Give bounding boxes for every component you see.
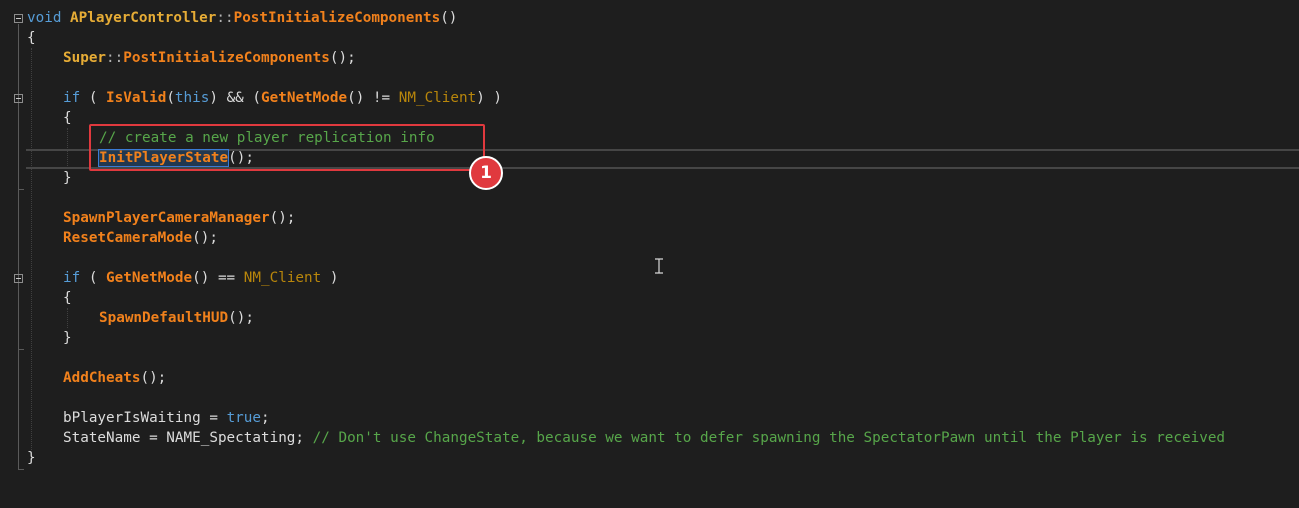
code-line-5[interactable]: if ( IsValid(this) && (GetNetMode() != N… xyxy=(0,88,502,108)
function-call: SpawnPlayerCameraManager xyxy=(63,210,270,226)
parens: () xyxy=(440,10,458,26)
keyword-true: true xyxy=(226,410,261,426)
code-line-22[interactable]: StateName = NAME_Spectating; // Don't us… xyxy=(0,428,1225,448)
code-line-14[interactable]: if ( GetNetMode() == NM_Client ) xyxy=(0,268,338,288)
call-end: (); xyxy=(228,310,254,326)
annotation-badge: 1 xyxy=(469,156,503,190)
keyword-this: this xyxy=(174,90,210,106)
brace-close: } xyxy=(63,330,72,346)
code-line-23[interactable]: } xyxy=(0,448,36,468)
code-line-1[interactable]: void APlayerController::PostInitializeCo… xyxy=(0,8,457,28)
super-keyword: Super xyxy=(63,50,107,66)
scope-operator: :: xyxy=(106,50,124,66)
constant: NAME_Spectating xyxy=(166,430,296,446)
call-end: (); xyxy=(140,370,167,386)
code-line-11[interactable]: SpawnPlayerCameraManager(); xyxy=(0,208,295,228)
keyword-if: if xyxy=(63,90,81,106)
code-line-15[interactable]: { xyxy=(0,288,72,308)
function-call: GetNetMode xyxy=(106,270,193,286)
annotation-highlight-box xyxy=(89,124,485,171)
function-call: SpawnDefaultHUD xyxy=(99,310,229,326)
enum-value: NM_Client xyxy=(398,90,477,106)
brace-open: { xyxy=(27,30,36,46)
code-line-7[interactable]: // create a new player replication info xyxy=(0,128,435,148)
keyword-if: if xyxy=(63,270,81,286)
code-line-21[interactable]: bPlayerIsWaiting = true; xyxy=(0,408,270,428)
brace-close: } xyxy=(27,450,36,466)
call-end: (); xyxy=(329,50,356,66)
function-name: PostInitializeComponents xyxy=(233,10,441,26)
scope-operator: :: xyxy=(216,10,234,26)
code-line-2[interactable]: { xyxy=(0,28,36,48)
function-call: ResetCameraMode xyxy=(63,230,193,246)
brace-close: } xyxy=(63,170,72,186)
comment: // Don't use ChangeState, because we wan… xyxy=(312,430,1226,446)
code-line-19[interactable]: AddCheats(); xyxy=(0,368,166,388)
code-line-9[interactable]: } xyxy=(0,168,72,188)
class-name: APlayerController xyxy=(70,10,217,26)
text-cursor-icon xyxy=(655,258,663,274)
indent-guide xyxy=(67,308,68,328)
code-line-16[interactable]: SpawnDefaultHUD(); xyxy=(0,308,254,328)
function-call: PostInitializeComponents xyxy=(123,50,330,66)
call-end: (); xyxy=(192,230,218,246)
brace-open: { xyxy=(63,110,72,126)
code-line-17[interactable]: } xyxy=(0,328,72,348)
code-line-8[interactable]: InitPlayerState(); xyxy=(0,148,254,168)
keyword-void: void xyxy=(27,10,62,26)
call-end: (); xyxy=(269,210,296,226)
function-call: GetNetMode xyxy=(261,90,348,106)
variable: bPlayerIsWaiting xyxy=(63,410,201,426)
code-line-3[interactable]: Super::PostInitializeComponents(); xyxy=(0,48,356,68)
code-line-12[interactable]: ResetCameraMode(); xyxy=(0,228,218,248)
variable: StateName xyxy=(63,430,141,446)
function-call: AddCheats xyxy=(63,370,141,386)
function-call: IsValid xyxy=(106,90,167,106)
code-editor[interactable]: void APlayerController::PostInitializeCo… xyxy=(0,0,1299,478)
code-line-6[interactable]: { xyxy=(0,108,72,128)
enum-value: NM_Client xyxy=(243,270,322,286)
brace-open: { xyxy=(63,290,72,306)
